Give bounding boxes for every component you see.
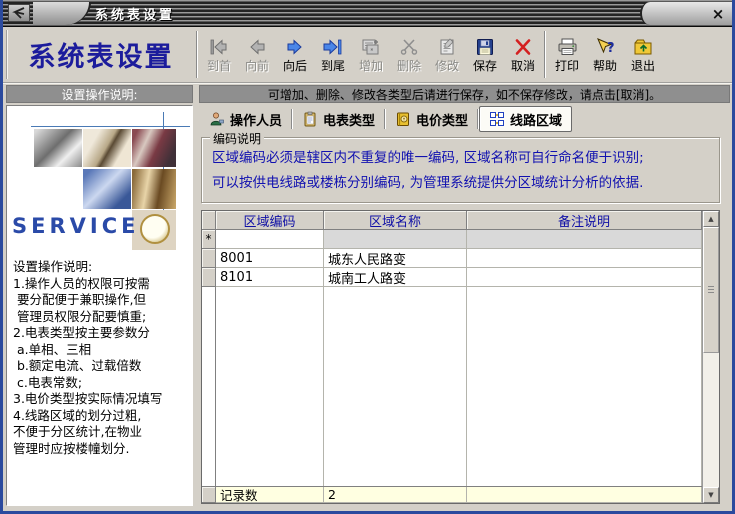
print-icon <box>556 36 578 58</box>
cell-name[interactable]: 城东人民路变 <box>324 249 467 268</box>
next-record-button[interactable]: 向后 <box>276 28 314 81</box>
photo-pen-on-paper <box>83 129 131 167</box>
column-header-area-code[interactable]: 区域编码 <box>216 211 324 230</box>
tab-price-type[interactable]: 电价类型 <box>386 107 477 131</box>
app-title-logo: 系统表设置 <box>6 30 194 79</box>
first-record-icon <box>207 36 231 58</box>
record-count-label: 记录数 <box>216 487 324 503</box>
close-button[interactable]: × <box>708 5 728 23</box>
column-header-note[interactable]: 备注说明 <box>467 211 702 230</box>
help-icon: ? <box>594 36 616 58</box>
toolbar: 系统表设置 到首 向前 向后 到尾 增加 <box>3 27 732 84</box>
collage-line-horizontal <box>31 126 190 127</box>
last-record-button[interactable]: 到尾 <box>314 28 352 81</box>
price-book-icon <box>395 111 411 127</box>
scrollbar-thumb[interactable] <box>703 227 719 353</box>
app-window: 系统表设置 × 系统表设置 到首 向前 向后 到尾 <box>0 0 735 514</box>
groupbox-line-2: 可以按供电线路或楼栋分别编码, 为管理系统提供分区域统计分析的依据. <box>212 171 713 196</box>
grid-footer-row: 记录数 2 <box>202 486 702 503</box>
next-record-icon <box>284 36 306 58</box>
line-area-boxes-icon <box>489 111 505 127</box>
cancel-icon <box>513 36 533 58</box>
cell-code[interactable]: 8101 <box>216 268 324 287</box>
operator-person-icon <box>209 111 225 127</box>
cell-name[interactable]: 城南工人路变 <box>324 268 467 287</box>
prev-record-button[interactable]: 向前 <box>238 28 276 81</box>
photo-keyboard <box>83 169 131 209</box>
save-button[interactable]: 保存 <box>466 28 504 81</box>
help-button[interactable]: ? 帮助 <box>586 28 624 81</box>
row-selector[interactable] <box>202 268 216 287</box>
app-logo-icon[interactable] <box>8 4 30 22</box>
first-record-button[interactable]: 到首 <box>200 28 238 81</box>
cancel-button[interactable]: 取消 <box>504 28 542 81</box>
table-row[interactable]: 8101 城南工人路变 <box>202 268 702 287</box>
window-title: 系统表设置 <box>95 4 175 23</box>
area-data-grid: 区域编码 区域名称 备注说明 * 8001 城东人民路变 <box>201 210 720 504</box>
titlebar: 系统表设置 × <box>3 0 732 27</box>
photo-ties <box>132 169 176 209</box>
add-record-icon <box>360 36 382 58</box>
last-record-icon <box>321 36 345 58</box>
exit-button[interactable]: 退出 <box>624 28 662 81</box>
modify-record-button[interactable]: 修改 <box>428 28 466 81</box>
photo-metal-pen <box>34 129 82 167</box>
clipboard-icon <box>302 111 318 127</box>
cell-name[interactable] <box>324 230 467 249</box>
cell-code[interactable]: 8001 <box>216 249 324 268</box>
photo-red-pens <box>132 129 176 167</box>
watch-face <box>140 214 170 244</box>
cell-note[interactable] <box>467 230 702 249</box>
main-panel: 操作人员 电表类型 电价类型 线路区域 编码说明 <box>199 105 730 506</box>
delete-record-icon <box>399 36 419 58</box>
vertical-scrollbar[interactable]: ▲ ▼ <box>702 211 719 503</box>
grid-empty-area <box>202 287 702 486</box>
modify-record-icon <box>437 36 457 58</box>
table-row-new[interactable]: * <box>202 230 702 249</box>
scroll-up-button[interactable]: ▲ <box>703 211 719 227</box>
groupbox-legend: 编码说明 <box>210 130 264 147</box>
add-record-button[interactable]: 增加 <box>352 28 390 81</box>
toolbar-hint-message: 可增加、删除、修改各类型后请进行保存，如不保存修改，请点击[取消]。 <box>199 85 730 103</box>
grid-corner-cell <box>202 211 216 230</box>
sidebar-header: 设置操作说明: <box>6 85 193 103</box>
service-wordmark: SERVICE <box>12 214 139 238</box>
scrollbar-track[interactable] <box>703 227 719 487</box>
grid-header-row: 区域编码 区域名称 备注说明 <box>202 211 702 230</box>
toolbar-separator <box>196 31 198 78</box>
tab-operators[interactable]: 操作人员 <box>200 107 291 131</box>
row-selector-new[interactable]: * <box>202 230 216 249</box>
service-collage-image: SERVICE <box>7 106 192 253</box>
tab-meter-type[interactable]: 电表类型 <box>293 107 384 131</box>
titlebar-swoosh-decoration <box>33 2 91 25</box>
titlebar-right-decoration: × <box>640 2 732 25</box>
sub-header-row: 设置操作说明: 可增加、删除、修改各类型后请进行保存，如不保存修改，请点击[取消… <box>3 84 732 104</box>
column-header-area-name[interactable]: 区域名称 <box>324 211 467 230</box>
setup-instructions-text: 设置操作说明: 1.操作人员的权限可按需 要分配便于兼职操作,但 管理员权限分配… <box>7 253 192 457</box>
coding-explanation-groupbox: 编码说明 区域编码必须是辖区内不重复的唯一编码, 区域名称可自行命名便于识别; … <box>201 137 720 203</box>
delete-record-button[interactable]: 删除 <box>390 28 428 81</box>
sidebar-panel: SERVICE 设置操作说明: 1.操作人员的权限可按需 要分配便于兼职操作,但… <box>6 105 193 506</box>
tab-line-area[interactable]: 线路区域 <box>479 106 572 132</box>
toolbar-separator <box>544 31 546 78</box>
svg-text:?: ? <box>607 41 615 56</box>
cell-note[interactable] <box>467 268 702 287</box>
exit-icon <box>632 36 654 58</box>
save-icon <box>475 36 495 58</box>
record-count-value: 2 <box>324 487 467 503</box>
groupbox-line-1: 区域编码必须是辖区内不重复的唯一编码, 区域名称可自行命名便于识别; <box>212 146 713 171</box>
table-row[interactable]: 8001 城东人民路变 <box>202 249 702 268</box>
tab-bar: 操作人员 电表类型 电价类型 线路区域 <box>199 105 730 133</box>
print-button[interactable]: 打印 <box>548 28 586 81</box>
cell-note[interactable] <box>467 249 702 268</box>
scroll-down-button[interactable]: ▼ <box>703 487 719 503</box>
row-selector[interactable] <box>202 249 216 268</box>
prev-record-icon <box>246 36 268 58</box>
cell-code[interactable] <box>216 230 324 249</box>
